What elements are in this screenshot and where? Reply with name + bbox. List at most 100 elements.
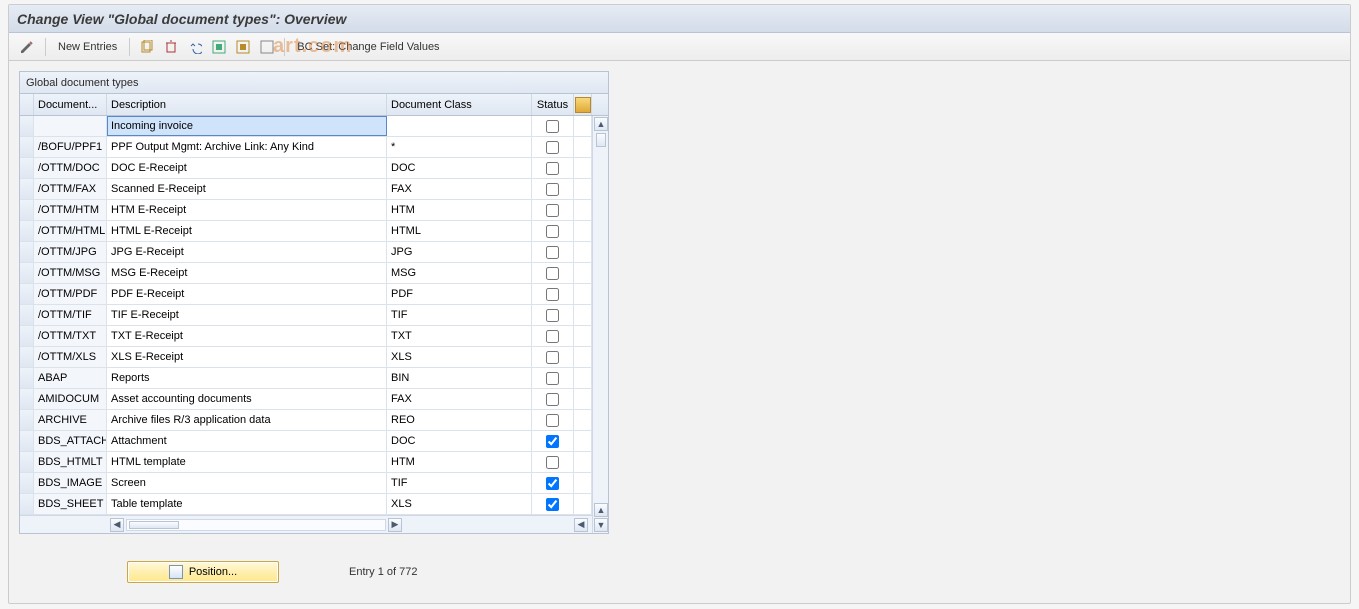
cell-description[interactable]: Attachment <box>107 431 387 451</box>
cell-document[interactable]: /OTTM/TIF <box>34 305 107 325</box>
cell-document[interactable]: AMIDOCUM <box>34 389 107 409</box>
row-selector[interactable] <box>20 158 34 178</box>
cell-description[interactable]: XLS E-Receipt <box>107 347 387 367</box>
row-selector[interactable] <box>20 494 34 514</box>
cell-status[interactable] <box>532 263 574 283</box>
cell-doc-class[interactable]: * <box>387 137 532 157</box>
cell-description[interactable]: Scanned E-Receipt <box>107 179 387 199</box>
cell-document[interactable]: BDS_IMAGE <box>34 473 107 493</box>
row-selector[interactable] <box>20 389 34 409</box>
cell-status[interactable] <box>532 389 574 409</box>
cell-status[interactable] <box>532 137 574 157</box>
row-selector[interactable] <box>20 137 34 157</box>
table-row[interactable]: /OTTM/MSGMSG E-ReceiptMSG <box>20 263 608 284</box>
table-row[interactable]: ARCHIVEArchive files R/3 application dat… <box>20 410 608 431</box>
row-selector[interactable] <box>20 305 34 325</box>
table-row[interactable]: /BOFU/PPF1PPF Output Mgmt: Archive Link:… <box>20 137 608 158</box>
status-checkbox[interactable] <box>546 267 559 280</box>
row-selector[interactable] <box>20 326 34 346</box>
status-checkbox[interactable] <box>546 393 559 406</box>
toggle-change-icon[interactable] <box>17 38 37 56</box>
table-row[interactable]: /OTTM/XLSXLS E-ReceiptXLS <box>20 347 608 368</box>
hscroll-left2-icon[interactable]: ◀ <box>574 518 588 532</box>
cell-document[interactable]: /OTTM/XLS <box>34 347 107 367</box>
cell-status[interactable] <box>532 242 574 262</box>
cell-document[interactable]: BDS_ATTACH <box>34 431 107 451</box>
cell-doc-class[interactable]: JPG <box>387 242 532 262</box>
cell-description[interactable]: HTML E-Receipt <box>107 221 387 241</box>
table-row[interactable]: BDS_ATTACHAttachmentDOC <box>20 431 608 452</box>
status-checkbox[interactable] <box>546 141 559 154</box>
cell-document[interactable]: /OTTM/FAX <box>34 179 107 199</box>
col-status[interactable]: Status <box>532 94 574 115</box>
cell-document[interactable]: /OTTM/PDF <box>34 284 107 304</box>
table-row[interactable]: /OTTM/FAXScanned E-ReceiptFAX <box>20 179 608 200</box>
cell-description[interactable]: DOC E-Receipt <box>107 158 387 178</box>
cell-status[interactable] <box>532 431 574 451</box>
cell-doc-class[interactable]: HTM <box>387 452 532 472</box>
cell-status[interactable] <box>532 473 574 493</box>
cell-description[interactable]: MSG E-Receipt <box>107 263 387 283</box>
cell-document[interactable] <box>34 116 107 136</box>
scroll-up2-icon[interactable]: ▲ <box>594 503 608 517</box>
cell-description[interactable]: Reports <box>107 368 387 388</box>
cell-doc-class[interactable]: FAX <box>387 179 532 199</box>
cell-status[interactable] <box>532 200 574 220</box>
col-description[interactable]: Description <box>107 94 387 115</box>
row-selector[interactable] <box>20 200 34 220</box>
status-checkbox[interactable] <box>546 183 559 196</box>
hscroll-thumb[interactable] <box>129 521 179 529</box>
table-row[interactable]: /OTTM/HTMHTM E-ReceiptHTM <box>20 200 608 221</box>
status-checkbox[interactable] <box>546 246 559 259</box>
cell-doc-class[interactable]: DOC <box>387 431 532 451</box>
cell-document[interactable]: /OTTM/MSG <box>34 263 107 283</box>
table-row[interactable]: /OTTM/PDFPDF E-ReceiptPDF <box>20 284 608 305</box>
cell-doc-class[interactable] <box>387 116 532 136</box>
row-selector[interactable] <box>20 431 34 451</box>
cell-description[interactable]: PPF Output Mgmt: Archive Link: Any Kind <box>107 137 387 157</box>
status-checkbox[interactable] <box>546 477 559 490</box>
cell-document[interactable]: /OTTM/TXT <box>34 326 107 346</box>
status-checkbox[interactable] <box>546 330 559 343</box>
table-row[interactable]: BDS_SHEETTable templateXLS <box>20 494 608 515</box>
cell-status[interactable] <box>532 368 574 388</box>
cell-description[interactable]: Asset accounting documents <box>107 389 387 409</box>
cell-description[interactable]: TIF E-Receipt <box>107 305 387 325</box>
position-button[interactable]: Position... <box>127 561 279 583</box>
cell-doc-class[interactable]: HTML <box>387 221 532 241</box>
table-row[interactable]: /OTTM/DOCDOC E-ReceiptDOC <box>20 158 608 179</box>
cell-description[interactable]: Table template <box>107 494 387 514</box>
configure-columns-icon[interactable] <box>574 94 592 115</box>
cell-doc-class[interactable]: BIN <box>387 368 532 388</box>
row-selector[interactable] <box>20 452 34 472</box>
cell-description[interactable]: Archive files R/3 application data <box>107 410 387 430</box>
cell-doc-class[interactable]: REO <box>387 410 532 430</box>
row-selector[interactable] <box>20 221 34 241</box>
cell-status[interactable] <box>532 494 574 514</box>
col-document[interactable]: Document... <box>34 94 107 115</box>
cell-status[interactable] <box>532 284 574 304</box>
scroll-down-icon[interactable]: ▼ <box>594 518 608 532</box>
cell-doc-class[interactable]: TIF <box>387 305 532 325</box>
cell-document[interactable]: /OTTM/HTML <box>34 221 107 241</box>
status-checkbox[interactable] <box>546 120 559 133</box>
row-selector[interactable] <box>20 116 34 136</box>
horizontal-scrollbar[interactable]: ◀ ▶ ◀ ▶ <box>20 515 608 533</box>
cell-status[interactable] <box>532 410 574 430</box>
row-selector[interactable] <box>20 410 34 430</box>
status-checkbox[interactable] <box>546 372 559 385</box>
row-selector[interactable] <box>20 242 34 262</box>
cell-document[interactable]: /BOFU/PPF1 <box>34 137 107 157</box>
cell-status[interactable] <box>532 305 574 325</box>
new-entries-button[interactable]: New Entries <box>54 36 121 58</box>
status-checkbox[interactable] <box>546 309 559 322</box>
scroll-up-icon[interactable]: ▲ <box>594 117 608 131</box>
cell-document[interactable]: /OTTM/DOC <box>34 158 107 178</box>
table-row[interactable]: ABAPReportsBIN <box>20 368 608 389</box>
cell-status[interactable] <box>532 452 574 472</box>
cell-doc-class[interactable]: FAX <box>387 389 532 409</box>
col-row-selector[interactable] <box>20 94 34 115</box>
bc-set-button[interactable]: BC Set: Change Field Values <box>293 36 443 58</box>
cell-document[interactable]: BDS_HTMLT <box>34 452 107 472</box>
cell-status[interactable] <box>532 179 574 199</box>
